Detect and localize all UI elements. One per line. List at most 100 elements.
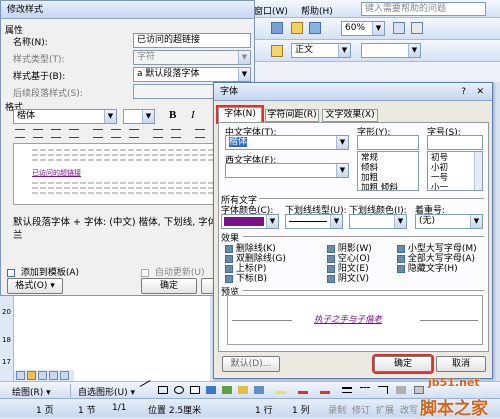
preview-sample-text: 已访问的超链接 bbox=[32, 169, 81, 177]
decrease-indent-icon[interactable] bbox=[195, 129, 205, 138]
line-icon[interactable] bbox=[139, 380, 151, 387]
scrollbar[interactable] bbox=[474, 152, 482, 190]
normal-view-icon[interactable] bbox=[16, 371, 25, 380]
hidden-text-checkbox[interactable]: 隐藏文字(H) bbox=[397, 261, 458, 274]
diagram-icon[interactable] bbox=[222, 386, 232, 394]
preview-next-line bbox=[32, 187, 232, 189]
name-input[interactable]: 已访问的超链接 bbox=[133, 33, 251, 48]
style-input[interactable] bbox=[357, 135, 419, 150]
align-center-icon[interactable] bbox=[33, 129, 43, 138]
list-item[interactable]: 倾斜 bbox=[361, 163, 415, 173]
font-size-select[interactable]: ▼ bbox=[123, 109, 155, 124]
menu-help[interactable]: 帮助(H) bbox=[301, 4, 333, 17]
list-item[interactable]: 小初 bbox=[431, 163, 479, 173]
engrave-checkbox[interactable]: 阴文(V) bbox=[327, 271, 369, 284]
oval-icon[interactable] bbox=[174, 386, 184, 394]
underline-color-select[interactable]: ▼ bbox=[349, 214, 407, 229]
font-color-select[interactable]: ▼ bbox=[221, 214, 279, 229]
zoom-combo[interactable]: 60% ▼ bbox=[341, 21, 385, 36]
west-font-select[interactable]: ▼ bbox=[225, 163, 349, 178]
web-view-icon[interactable] bbox=[27, 371, 36, 380]
format-menu-button[interactable]: 格式(O) ▾ bbox=[7, 278, 63, 294]
list-item[interactable]: 加粗 倾斜 bbox=[361, 183, 415, 190]
reading-view-icon[interactable] bbox=[60, 371, 69, 380]
3d-style-icon[interactable] bbox=[414, 386, 424, 394]
align-right-icon[interactable] bbox=[51, 129, 61, 138]
wordart-icon[interactable] bbox=[206, 386, 216, 394]
space-before-icon[interactable] bbox=[153, 129, 163, 138]
document-area bbox=[0, 296, 210, 381]
font-cancel-button[interactable]: 取消 bbox=[436, 356, 486, 372]
line-spacing-1-icon[interactable] bbox=[93, 129, 103, 138]
status-rec[interactable]: 录制 bbox=[328, 403, 346, 416]
columns-icon[interactable] bbox=[291, 22, 303, 34]
color-swatch bbox=[224, 217, 264, 226]
read-icon[interactable] bbox=[411, 22, 423, 34]
type-select[interactable]: 字符 ▼ bbox=[133, 50, 251, 65]
shadow-style-icon[interactable] bbox=[396, 386, 406, 394]
tab-character-spacing[interactable]: 字符间距(R) bbox=[265, 109, 319, 122]
arrow-style-icon[interactable] bbox=[378, 386, 388, 394]
chevron-down-icon: ▼ bbox=[470, 215, 482, 228]
help-icon[interactable]: ? bbox=[461, 83, 466, 101]
font-color-icon[interactable] bbox=[320, 386, 330, 394]
drawing-icon[interactable] bbox=[309, 22, 321, 34]
help-icon[interactable] bbox=[393, 22, 405, 34]
status-ovr[interactable]: 改写 bbox=[400, 403, 418, 416]
chevron-down-icon: ▼ bbox=[104, 110, 116, 123]
based-on-select[interactable]: a 默认段落字体 ▼ bbox=[133, 67, 251, 82]
tab-text-effects[interactable]: 文字效果(X) bbox=[322, 109, 378, 122]
menu-window[interactable]: 窗口(W) bbox=[254, 4, 288, 17]
default-button[interactable]: 默认(D)... bbox=[222, 356, 280, 372]
font-ok-button[interactable]: 确定 bbox=[372, 354, 434, 374]
style-pane-icon[interactable] bbox=[271, 45, 283, 57]
line-spacing-15-icon[interactable] bbox=[111, 129, 121, 138]
list-item[interactable]: 初号 bbox=[431, 153, 479, 163]
preview-sample-text: 执子之手与子偕老 bbox=[314, 315, 383, 325]
list-item[interactable]: 加粗 bbox=[361, 173, 415, 183]
size-list[interactable]: 初号 小初 一号 小一 bbox=[427, 151, 483, 191]
autoshapes-menu[interactable]: 自选图形(U) ▾ bbox=[78, 385, 135, 398]
picture-icon[interactable] bbox=[254, 386, 264, 394]
line-spacing-2-icon[interactable] bbox=[129, 129, 139, 138]
emphasis-select[interactable]: (无) ▼ bbox=[415, 214, 483, 229]
bold-button[interactable]: B bbox=[169, 109, 176, 121]
subscript-checkbox[interactable]: 下标(B) bbox=[225, 271, 267, 284]
font-name-select[interactable]: 楷体 ▼ bbox=[13, 109, 117, 124]
cn-font-select[interactable]: 楷体 ▼ bbox=[225, 135, 349, 150]
status-ext[interactable]: 扩展 bbox=[376, 403, 394, 416]
font-tab-panel: 中文字体(T): 楷体 ▼ 西文字体(F): ▼ 字形(Y): 常规 倾斜 加粗 … bbox=[218, 122, 489, 352]
help-search-input[interactable]: 键入需要帮助的问题 bbox=[361, 2, 486, 16]
font-combo[interactable]: ▼ bbox=[361, 43, 421, 58]
fill-color-icon[interactable] bbox=[276, 386, 286, 394]
table-icon[interactable] bbox=[271, 22, 283, 34]
print-view-icon[interactable] bbox=[38, 371, 47, 380]
close-icon[interactable]: ✕ bbox=[476, 83, 484, 101]
draw-menu[interactable]: 绘图(R) ▾ bbox=[12, 385, 51, 398]
name-label: 名称(N): bbox=[13, 38, 48, 48]
list-item[interactable]: 小一 bbox=[431, 183, 479, 190]
italic-button[interactable]: I bbox=[191, 109, 195, 121]
tab-font[interactable]: 字体(N) bbox=[216, 105, 264, 124]
list-item[interactable]: 一号 bbox=[431, 173, 479, 183]
justify-icon[interactable] bbox=[69, 129, 79, 138]
style-combo[interactable]: 正文 ▼ bbox=[291, 43, 351, 58]
modify-ok-button[interactable]: 确定 bbox=[141, 278, 197, 294]
status-trk[interactable]: 修订 bbox=[352, 403, 370, 416]
clipart-icon[interactable] bbox=[238, 386, 248, 394]
align-left-icon[interactable] bbox=[15, 129, 25, 138]
line-color-icon[interactable] bbox=[298, 386, 308, 394]
chevron-down-icon: ▼ bbox=[238, 68, 250, 81]
line-style-icon[interactable] bbox=[342, 387, 352, 393]
textbox-icon[interactable] bbox=[190, 386, 200, 394]
size-input[interactable] bbox=[427, 135, 483, 150]
style-list[interactable]: 常规 倾斜 加粗 加粗 倾斜 bbox=[357, 151, 419, 191]
outline-view-icon[interactable] bbox=[49, 371, 58, 380]
add-to-template-checkbox[interactable]: 添加到模板(A) bbox=[7, 265, 79, 278]
rectangle-icon[interactable] bbox=[158, 386, 168, 394]
dash-style-icon[interactable] bbox=[360, 387, 370, 393]
auto-update-checkbox[interactable]: 自动更新(U) bbox=[141, 265, 205, 278]
space-after-icon[interactable] bbox=[171, 129, 181, 138]
list-item[interactable]: 常规 bbox=[361, 153, 415, 163]
underline-style-select[interactable]: ▼ bbox=[285, 214, 343, 229]
